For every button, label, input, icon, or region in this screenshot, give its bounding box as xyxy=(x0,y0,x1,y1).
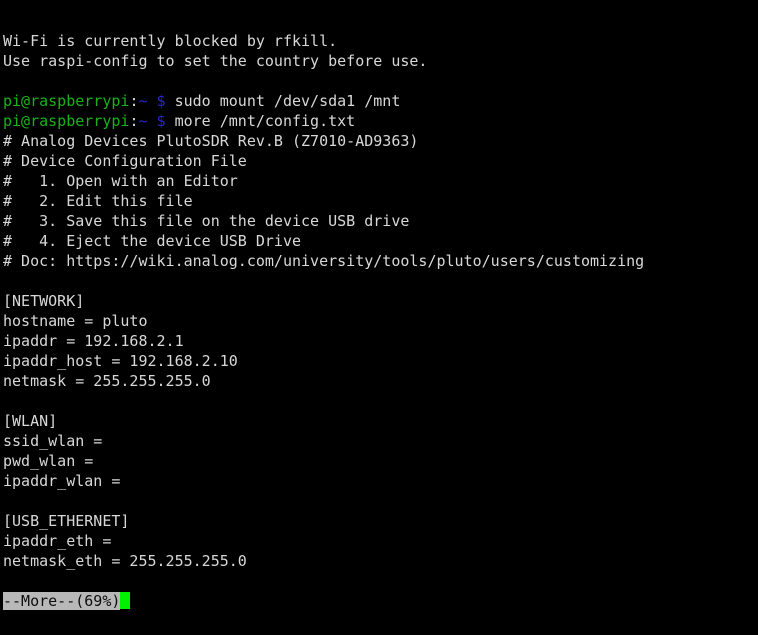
pager-status-line: --More--(69%) xyxy=(3,591,644,611)
terminal-output-line: # 3. Save this file on the device USB dr… xyxy=(3,211,644,231)
terminal-text: ipaddr = 192.168.2.1 xyxy=(3,332,184,350)
terminal-output-line: # Device Configuration File xyxy=(3,151,644,171)
terminal-output[interactable]: Wi-Fi is currently blocked by rfkill. Use… xyxy=(3,11,644,611)
terminal-text: hostname = pluto xyxy=(3,312,148,330)
terminal-text: [WLAN] xyxy=(3,412,58,430)
text-cursor xyxy=(120,592,131,609)
terminal-output-line: # 1. Open with an Editor xyxy=(3,171,644,191)
prompt-path-symbol: $ xyxy=(156,92,166,110)
prompt-user-host: pi@raspberrypi xyxy=(3,112,130,130)
terminal-text: pwd_wlan = xyxy=(3,452,94,470)
prompt-path-symbol: ~ xyxy=(138,92,148,110)
terminal-output-line: [WLAN] xyxy=(3,411,644,431)
terminal-output-line: pwd_wlan = xyxy=(3,451,644,471)
terminal-prompt-line: pi@raspberrypi:~ $ more /mnt/config.txt xyxy=(3,111,644,131)
terminal-output-line: ipaddr_eth = xyxy=(3,531,644,551)
terminal-text: # 4. Eject the device USB Drive xyxy=(3,232,302,250)
terminal-output-line: # Analog Devices PlutoSDR Rev.B (Z7010-A… xyxy=(3,131,644,151)
terminal-text: # Device Configuration File xyxy=(3,152,247,170)
terminal-text: netmask_eth = 255.255.255.0 xyxy=(3,552,247,570)
terminal-output-line: netmask = 255.255.255.0 xyxy=(3,371,644,391)
terminal-output-line: ipaddr = 192.168.2.1 xyxy=(3,331,644,351)
prompt-user-host: pi@raspberrypi xyxy=(3,92,130,110)
terminal-prompt-line: pi@raspberrypi:~ $ sudo mount /dev/sda1 … xyxy=(3,91,644,111)
terminal-output-line: [NETWORK] xyxy=(3,291,644,311)
terminal-text: # 2. Edit this file xyxy=(3,192,193,210)
terminal-output-line: # 4. Eject the device USB Drive xyxy=(3,231,644,251)
terminal-text: ssid_wlan = xyxy=(3,432,103,450)
terminal-output-line: netmask_eth = 255.255.255.0 xyxy=(3,551,644,571)
terminal-output-line: # Doc: https://wiki.analog.com/universit… xyxy=(3,251,644,271)
terminal-text: sudo mount /dev/sda1 /mnt xyxy=(165,92,401,110)
terminal-output-line: ipaddr_wlan = xyxy=(3,471,644,491)
terminal-text: # 1. Open with an Editor xyxy=(3,172,238,190)
terminal-text: ipaddr_eth = xyxy=(3,532,112,550)
terminal-text: [NETWORK] xyxy=(3,292,85,310)
terminal-output-line: ipaddr_host = 192.168.2.10 xyxy=(3,351,644,371)
terminal-output-line: Use raspi-config to set the country befo… xyxy=(3,51,644,71)
terminal-window[interactable]: Wi-Fi is currently blocked by rfkill. Use… xyxy=(0,0,758,635)
terminal-text: Wi-Fi is currently blocked by rfkill. xyxy=(3,32,338,50)
terminal-text: ipaddr_host = 192.168.2.10 xyxy=(3,352,238,370)
terminal-text: Use raspi-config to set the country befo… xyxy=(3,52,428,70)
terminal-text: more /mnt/config.txt xyxy=(165,112,356,130)
terminal-text: netmask = 255.255.255.0 xyxy=(3,372,211,390)
terminal-text: ipaddr_wlan = xyxy=(3,472,121,490)
terminal-text: # Doc: https://wiki.analog.com/universit… xyxy=(3,252,645,270)
terminal-text: [USB_ETHERNET] xyxy=(3,512,130,530)
prompt-path-symbol: $ xyxy=(156,112,166,130)
terminal-output-line: ssid_wlan = xyxy=(3,431,644,451)
terminal-output-line: hostname = pluto xyxy=(3,311,644,331)
pager-more-indicator: --More--(69%) xyxy=(3,592,121,610)
terminal-text: # 3. Save this file on the device USB dr… xyxy=(3,212,410,230)
prompt-path-symbol: ~ xyxy=(138,112,148,130)
terminal-text: # Analog Devices PlutoSDR Rev.B (Z7010-A… xyxy=(3,132,419,150)
terminal-output-line: [USB_ETHERNET] xyxy=(3,511,644,531)
terminal-output-line: Wi-Fi is currently blocked by rfkill. xyxy=(3,31,644,51)
terminal-output-line: # 2. Edit this file xyxy=(3,191,644,211)
